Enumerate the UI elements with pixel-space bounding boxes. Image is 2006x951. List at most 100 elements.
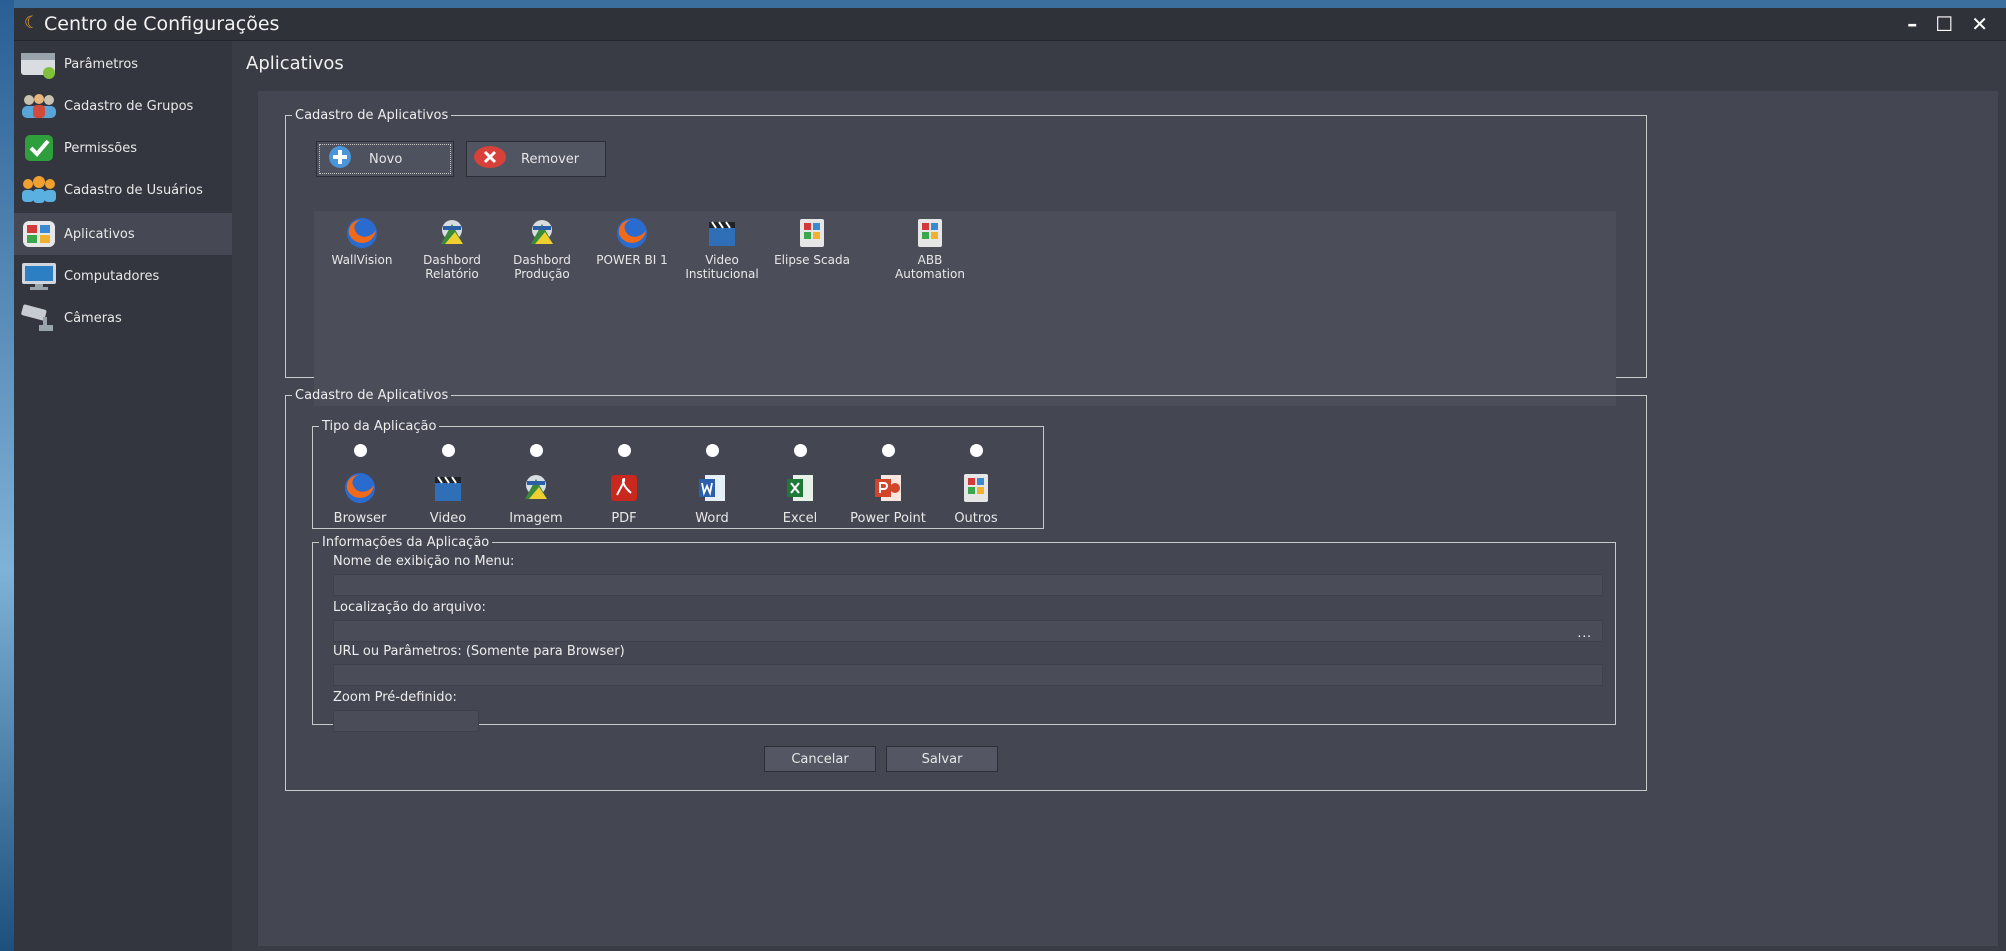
remove-x-icon xyxy=(473,145,507,173)
new-button[interactable]: Novo xyxy=(316,141,454,177)
generic-app-icon xyxy=(956,469,996,507)
apps-list-fieldset: Cadastro de Aplicativos Novo Remover Wal… xyxy=(285,108,1647,406)
title-bar[interactable]: ☾ Centro de Configurações – ☐ ✕ xyxy=(14,8,2006,41)
browse-file-button[interactable]: ... xyxy=(1578,626,1592,640)
app-item-power-bi-1[interactable]: POWER BI 1 xyxy=(584,215,680,267)
window-title: Centro de Configurações xyxy=(44,13,280,35)
page-title: Aplicativos xyxy=(246,53,344,74)
remove-button-label: Remover xyxy=(521,151,580,167)
type-label: Excel xyxy=(782,511,818,526)
app-item-elipse-scada[interactable]: Elipse Scada xyxy=(764,215,860,267)
app-form-fieldset: Cadastro de Aplicativos Tipo da Aplicaçã… xyxy=(285,388,1647,791)
cancel-button[interactable]: Cancelar xyxy=(764,746,876,772)
main-content: Aplicativos Cadastro de Aplicativos Novo… xyxy=(238,41,2006,951)
sidebar-item-cadastro-grupos[interactable]: Cadastro de Grupos xyxy=(14,85,232,127)
apps-list-legend: Cadastro de Aplicativos xyxy=(295,108,449,123)
close-button[interactable]: ✕ xyxy=(1971,12,1988,36)
type-radio-pdf[interactable] xyxy=(617,444,631,457)
app-item-label: Dashbord Relatório xyxy=(423,253,481,281)
users-icon xyxy=(18,174,60,206)
image-viewer-icon xyxy=(516,469,556,507)
type-option-excel[interactable]: Excel xyxy=(757,444,843,526)
sidebar-item-permissoes[interactable]: Permissões xyxy=(14,127,232,169)
sidebar-item-computadores[interactable]: Computadores xyxy=(14,255,232,297)
type-label: Video xyxy=(429,511,467,526)
powerpoint-icon xyxy=(868,469,908,507)
app-item-abb-automation[interactable]: ABB Automation xyxy=(882,215,978,281)
type-radio-power-point[interactable] xyxy=(881,444,895,457)
app-form-legend: Cadastro de Aplicativos xyxy=(295,388,449,403)
display-name-input[interactable] xyxy=(333,574,1603,596)
minimize-button[interactable]: – xyxy=(1907,12,1917,36)
maximize-button[interactable]: ☐ xyxy=(1935,12,1953,36)
type-radio-word[interactable] xyxy=(705,444,719,457)
generic-app-icon xyxy=(910,215,950,251)
firefox-icon xyxy=(612,215,652,251)
zoom-label: Zoom Pré-definido: xyxy=(333,690,457,705)
app-item-label: Dashbord Produção xyxy=(513,253,571,281)
apps-grid: WallVision Dashbord Relatório Dashbord P… xyxy=(314,211,1616,406)
type-label: Word xyxy=(695,511,729,526)
file-location-input[interactable]: ... xyxy=(333,620,1603,642)
sidebar-item-parametros[interactable]: Parâmetros xyxy=(14,43,232,85)
type-option-outros[interactable]: Outros xyxy=(933,444,1019,526)
sidebar-item-label: Aplicativos xyxy=(64,226,135,242)
app-item-video-institucional[interactable]: Video Institucional xyxy=(674,215,770,281)
save-button[interactable]: Salvar xyxy=(886,746,998,772)
video-clapper-icon xyxy=(428,469,468,507)
app-item-label: POWER BI 1 xyxy=(596,253,668,267)
type-option-video[interactable]: Video xyxy=(405,444,491,526)
sidebar-item-aplicativos[interactable]: Aplicativos xyxy=(14,213,232,255)
sidebar-item-label: Permissões xyxy=(64,140,138,156)
type-radio-browser[interactable] xyxy=(353,444,367,457)
remove-button[interactable]: Remover xyxy=(466,141,606,177)
app-item-dashbord-relatorio[interactable]: Dashbord Relatório xyxy=(404,215,500,281)
type-label: Browser xyxy=(333,511,387,526)
type-option-browser[interactable]: Browser xyxy=(317,444,403,526)
app-item-label: Video Institucional xyxy=(685,253,759,281)
url-label: URL ou Parâmetros: (Somente para Browser… xyxy=(333,644,625,659)
app-item-dashbord-producao[interactable]: Dashbord Produção xyxy=(494,215,590,281)
type-label: Power Point xyxy=(850,511,926,526)
app-info-legend: Informações da Aplicação xyxy=(322,535,490,550)
security-camera-icon xyxy=(18,302,60,334)
type-option-imagem[interactable]: Imagem xyxy=(493,444,579,526)
app-item-label: ABB Automation xyxy=(895,253,965,281)
sidebar-item-label: Parâmetros xyxy=(64,56,139,72)
video-clapper-icon xyxy=(702,215,742,251)
type-radio-outros[interactable] xyxy=(969,444,983,457)
plus-icon xyxy=(325,145,355,173)
content-panel: Cadastro de Aplicativos Novo Remover Wal… xyxy=(258,91,1998,946)
type-option-pdf[interactable]: PDF xyxy=(581,444,667,526)
app-item-wallvision[interactable]: WallVision xyxy=(314,215,410,267)
type-option-word[interactable]: Word xyxy=(669,444,755,526)
display-name-label: Nome de exibição no Menu: xyxy=(333,554,515,569)
config-window: ☾ Centro de Configurações – ☐ ✕ Parâmetr… xyxy=(14,8,2006,951)
type-radio-video[interactable] xyxy=(441,444,455,457)
app-logo-icon: ☾ xyxy=(24,13,40,33)
type-option-power-point[interactable]: Power Point xyxy=(845,444,931,526)
sidebar-item-label: Computadores xyxy=(64,268,160,284)
sidebar-item-cameras[interactable]: Câmeras xyxy=(14,297,232,339)
type-label: Outros xyxy=(954,511,998,526)
image-viewer-icon xyxy=(432,215,472,251)
generic-app-icon xyxy=(792,215,832,251)
desktop-background xyxy=(0,0,14,951)
image-viewer-icon xyxy=(522,215,562,251)
applications-icon xyxy=(18,218,60,250)
sidebar-item-label: Câmeras xyxy=(64,310,122,326)
app-type-legend: Tipo da Aplicação xyxy=(322,419,437,434)
firefox-icon xyxy=(342,215,382,251)
parameters-icon xyxy=(18,48,60,80)
groups-icon xyxy=(18,90,60,122)
computer-monitor-icon xyxy=(18,260,60,292)
new-button-label: Novo xyxy=(369,151,403,167)
pdf-icon xyxy=(604,469,644,507)
url-input[interactable] xyxy=(333,664,1603,686)
sidebar-item-cadastro-usuarios[interactable]: Cadastro de Usuários xyxy=(14,169,232,211)
type-radio-excel[interactable] xyxy=(793,444,807,457)
zoom-input[interactable] xyxy=(333,710,479,732)
permissions-check-icon xyxy=(18,132,60,164)
sidebar-item-label: Cadastro de Usuários xyxy=(64,182,203,198)
type-radio-imagem[interactable] xyxy=(529,444,543,457)
